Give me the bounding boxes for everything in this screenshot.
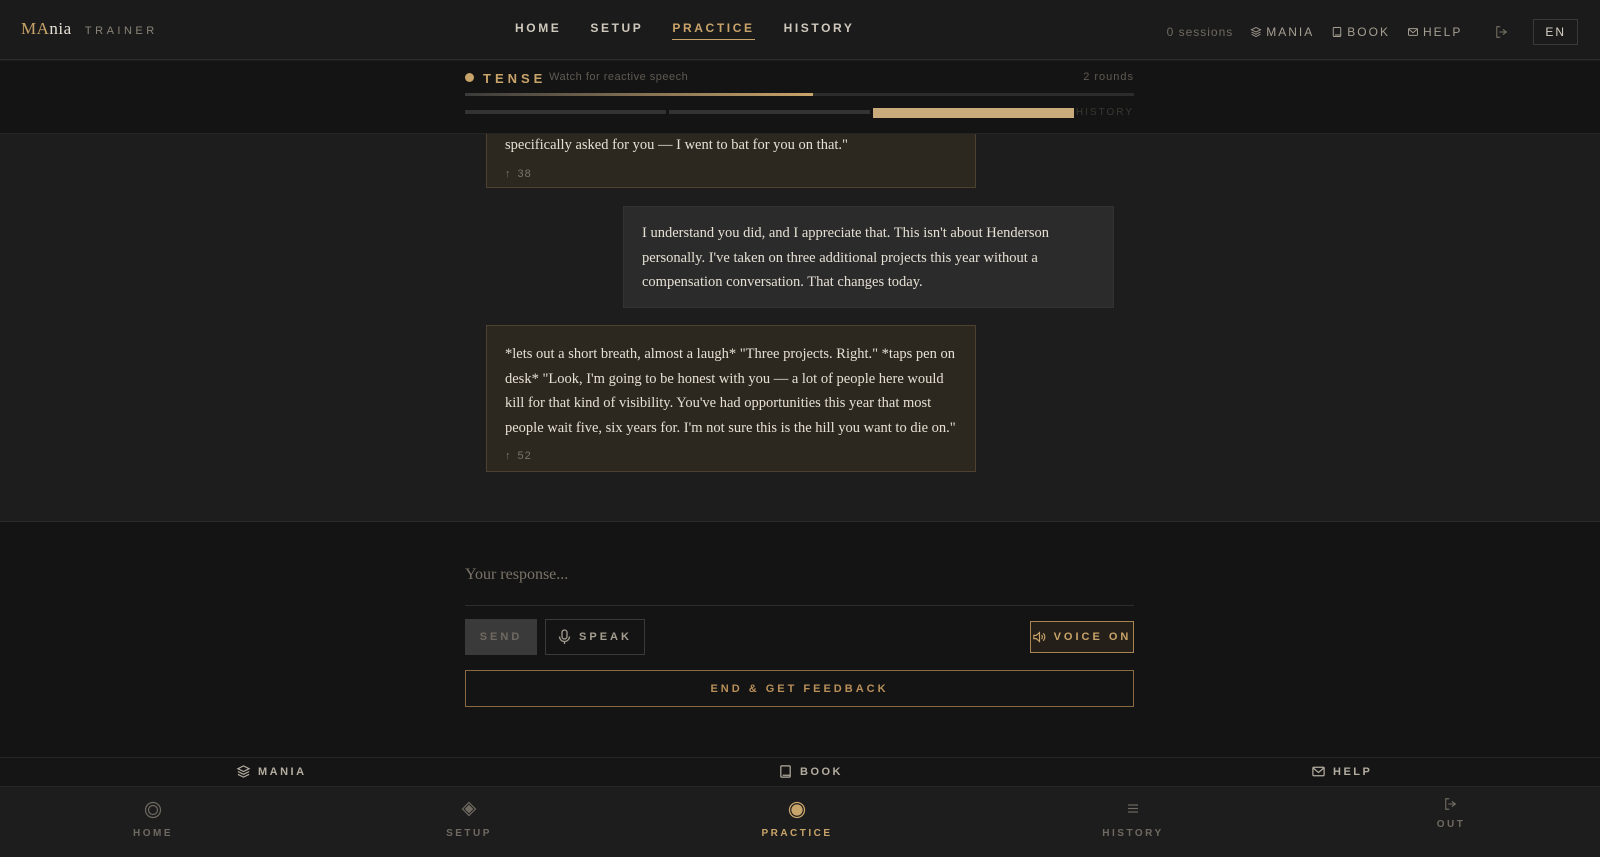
tab-setup-label: SETUP <box>446 828 492 839</box>
nav-home[interactable]: HOME <box>515 21 561 40</box>
tab-out-label: OUT <box>1436 819 1466 830</box>
diamond-icon <box>409 801 529 823</box>
tension-progress <box>465 93 1134 96</box>
vote-count: 52 <box>517 450 532 462</box>
help-link[interactable]: HELP <box>1407 25 1462 39</box>
bottom-tab-bar: HOME SETUP PRACTICE HISTORY OUT <box>0 787 1600 857</box>
layers-icon <box>1250 26 1262 38</box>
nav-history[interactable]: HISTORY <box>784 21 855 40</box>
language-switch[interactable]: EN <box>1533 19 1578 45</box>
nav-setup[interactable]: SETUP <box>590 21 643 40</box>
speaker-icon <box>1032 631 1045 643</box>
tab-home[interactable]: HOME <box>93 801 213 839</box>
conversation: specifically asked for you — I went to b… <box>0 134 1600 521</box>
footer-book-label: BOOK <box>800 765 843 778</box>
upvote-button[interactable]: ↑ 52 <box>505 444 957 469</box>
round-segment <box>465 110 666 114</box>
tension-progress-fill <box>465 93 813 96</box>
book-icon <box>1333 27 1342 37</box>
footer-help-label: HELP <box>1333 765 1373 778</box>
round-segment <box>873 108 1074 118</box>
mania-link[interactable]: MANIA <box>1250 25 1314 39</box>
speak-label: SPEAK <box>579 631 632 643</box>
main-nav: HOME SETUP PRACTICE HISTORY <box>515 21 854 40</box>
mood-label: TENSE <box>483 71 547 86</box>
mood-hint: Watch for reactive speech <box>549 71 689 83</box>
top-bar: MAnia TRAINER HOME SETUP PRACTICE HISTOR… <box>0 0 1600 60</box>
list-icon <box>1073 801 1193 823</box>
message-user: I understand you did, and I appreciate t… <box>623 206 1114 308</box>
target-icon <box>737 801 857 823</box>
arrow-up-icon: ↑ <box>505 167 512 180</box>
tab-practice-label: PRACTICE <box>761 828 833 839</box>
app-logo[interactable]: MAnia TRAINER <box>21 19 158 39</box>
logout-icon <box>1391 797 1511 819</box>
mood-dot-icon <box>465 73 474 82</box>
vote-count: 38 <box>517 167 532 180</box>
voice-toggle[interactable]: VOICE ON <box>1030 621 1134 653</box>
help-link-label: HELP <box>1422 25 1463 39</box>
book-link[interactable]: BOOK <box>1331 25 1390 39</box>
home-ring-icon <box>93 801 213 823</box>
logo-subtitle: TRAINER <box>84 25 158 37</box>
layers-icon <box>236 765 251 778</box>
mail-icon <box>1407 28 1418 36</box>
tab-history[interactable]: HISTORY <box>1073 801 1193 839</box>
speak-button[interactable]: SPEAK <box>545 619 645 655</box>
tab-practice[interactable]: PRACTICE <box>737 801 857 839</box>
arrow-up-icon: ↑ <box>505 450 512 462</box>
message-text: *lets out a short breath, almost a laugh… <box>505 346 956 436</box>
session-count: 0 sessions <box>1166 25 1234 39</box>
logo-nia: nia <box>49 19 72 38</box>
upvote-button[interactable]: ↑ 38 <box>505 162 957 187</box>
voice-label: VOICE ON <box>1053 631 1132 643</box>
round-count: 2 rounds <box>1083 71 1134 83</box>
microphone-icon <box>558 629 571 644</box>
send-button[interactable]: SEND <box>465 619 537 655</box>
message-text: I understand you did, and I appreciate t… <box>642 225 1050 290</box>
message-ai: specifically asked for you — I went to b… <box>486 134 976 188</box>
message-text: specifically asked for you — I went to b… <box>505 137 848 153</box>
history-label: HISTORY <box>1075 107 1134 118</box>
logo-ma: MA <box>21 19 50 38</box>
footer-mania-link[interactable]: MANIA <box>236 764 307 779</box>
mood-status-bar: TENSE Watch for reactive speech 2 rounds… <box>0 61 1600 134</box>
footer-book-link[interactable]: BOOK <box>778 764 843 779</box>
tab-out[interactable]: OUT <box>1391 797 1511 830</box>
book-link-label: BOOK <box>1347 25 1390 39</box>
nav-practice[interactable]: PRACTICE <box>672 21 755 40</box>
mania-link-label: MANIA <box>1266 25 1315 39</box>
composer: SEND SPEAK VOICE ON END & GET FEEDBACK <box>0 521 1600 757</box>
message-ai: *lets out a short breath, almost a laugh… <box>486 325 976 472</box>
footer-links: MANIA BOOK HELP <box>0 757 1600 787</box>
mail-icon <box>1312 766 1325 777</box>
round-segment <box>669 110 870 114</box>
footer-mania-label: MANIA <box>258 765 307 778</box>
response-input[interactable] <box>465 544 1134 606</box>
logout-icon[interactable] <box>1495 25 1509 39</box>
tab-history-label: HISTORY <box>1102 828 1164 839</box>
top-right-controls: 0 sessions MANIA BOOK HELP EN <box>1167 19 1578 45</box>
tab-home-label: HOME <box>133 828 173 839</box>
tab-setup[interactable]: SETUP <box>409 801 529 839</box>
book-icon <box>780 765 791 778</box>
footer-help-link[interactable]: HELP <box>1311 764 1372 779</box>
end-feedback-button[interactable]: END & GET FEEDBACK <box>465 670 1134 707</box>
